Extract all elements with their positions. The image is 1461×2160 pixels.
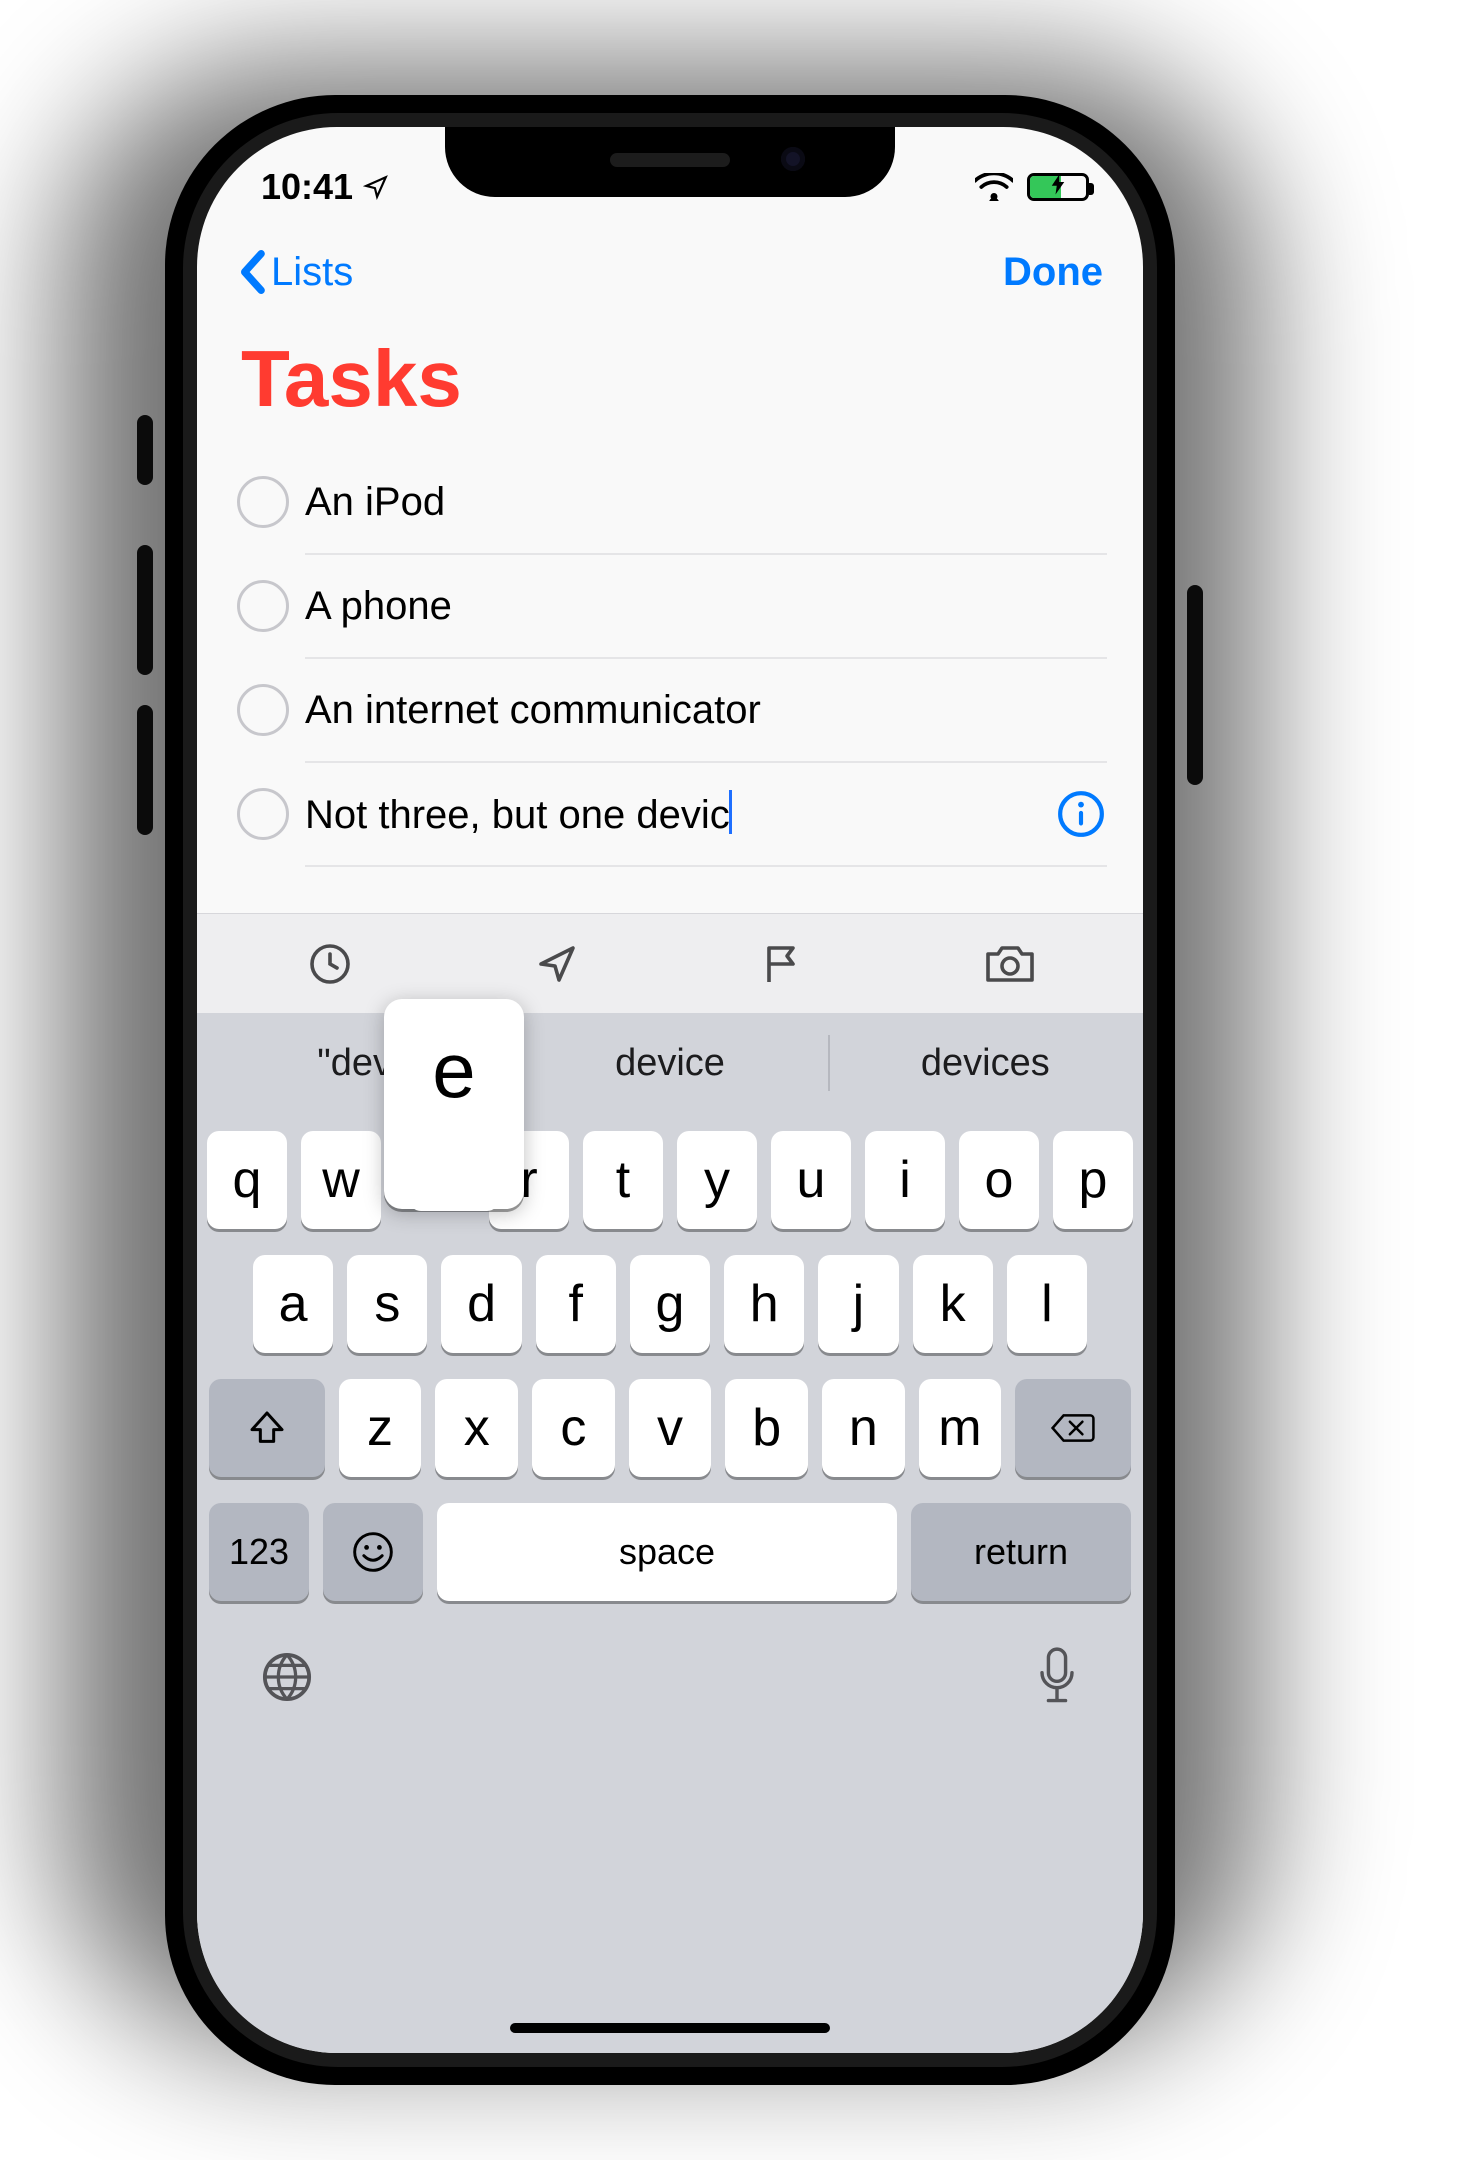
mute-switch xyxy=(137,415,153,485)
key-m[interactable]: m xyxy=(919,1379,1002,1477)
volume-up-button xyxy=(137,545,153,675)
key-q[interactable]: q xyxy=(207,1131,287,1229)
photo-button[interactable] xyxy=(950,934,1070,994)
reminder-detail-toolbar xyxy=(197,913,1143,1013)
back-label: Lists xyxy=(271,250,353,295)
home-indicator[interactable] xyxy=(510,2023,830,2033)
charging-icon xyxy=(1051,175,1065,200)
schedule-button[interactable] xyxy=(270,934,390,994)
key-t[interactable]: t xyxy=(583,1131,663,1229)
keyboard: e q w e r t y u i o p a xyxy=(197,1113,1143,2053)
numbers-key[interactable]: 123 xyxy=(209,1503,309,1601)
reminder-text[interactable]: A phone xyxy=(305,584,452,629)
backspace-key[interactable] xyxy=(1015,1379,1131,1477)
keyboard-suggestion-bar: "dev device devices xyxy=(197,1013,1143,1113)
reminder-row[interactable]: An iPod xyxy=(305,451,1107,555)
key-z[interactable]: z xyxy=(339,1379,422,1477)
clock-icon xyxy=(306,940,354,988)
shift-icon xyxy=(247,1408,287,1448)
key-h[interactable]: h xyxy=(724,1255,804,1353)
key-s[interactable]: s xyxy=(347,1255,427,1353)
reminder-row-editing[interactable]: Not three, but one devic xyxy=(305,763,1107,867)
reminder-text[interactable]: An iPod xyxy=(305,480,445,525)
key-p[interactable]: p xyxy=(1053,1131,1133,1229)
info-icon xyxy=(1056,789,1106,839)
reminder-row[interactable]: An internet communicator xyxy=(305,659,1107,763)
key-b[interactable]: b xyxy=(725,1379,808,1477)
done-button[interactable]: Done xyxy=(1003,250,1103,295)
flag-button[interactable] xyxy=(723,934,843,994)
dictation-button[interactable] xyxy=(1033,1647,1081,1712)
reminder-row[interactable]: A phone xyxy=(305,555,1107,659)
camera-icon xyxy=(984,942,1036,986)
reminders-list: An iPod A phone An internet communicator… xyxy=(197,451,1143,867)
key-o[interactable]: o xyxy=(959,1131,1039,1229)
key-d[interactable]: d xyxy=(441,1255,521,1353)
emoji-icon xyxy=(351,1530,395,1574)
suggestion[interactable]: devices xyxy=(828,1013,1143,1113)
shift-key[interactable] xyxy=(209,1379,325,1477)
key-f[interactable]: f xyxy=(536,1255,616,1353)
chevron-left-icon xyxy=(237,250,267,294)
location-icon xyxy=(533,940,581,988)
key-l[interactable]: l xyxy=(1007,1255,1087,1353)
microphone-icon xyxy=(1033,1647,1081,1707)
battery-icon xyxy=(1027,173,1089,201)
key-w[interactable]: w xyxy=(301,1131,381,1229)
power-button xyxy=(1187,585,1203,785)
completion-circle[interactable] xyxy=(237,788,289,840)
completion-circle[interactable] xyxy=(237,580,289,632)
return-key[interactable]: return xyxy=(911,1503,1131,1601)
key-i[interactable]: i xyxy=(865,1131,945,1229)
keyboard-switch-button[interactable] xyxy=(259,1649,315,1710)
reminder-text-input[interactable]: Not three, but one devic xyxy=(305,790,732,838)
flag-icon xyxy=(759,940,807,988)
back-button[interactable]: Lists xyxy=(237,250,353,295)
key-x[interactable]: x xyxy=(435,1379,518,1477)
phone-frame: 10:41 xyxy=(165,95,1175,2085)
navigation-bar: Lists Done xyxy=(197,227,1143,317)
screen: 10:41 xyxy=(197,127,1143,2053)
page-title: Tasks xyxy=(197,317,1143,451)
key-a[interactable]: a xyxy=(253,1255,333,1353)
notch xyxy=(445,127,895,197)
details-button[interactable] xyxy=(1055,788,1107,840)
completion-circle[interactable] xyxy=(237,684,289,736)
location-services-icon xyxy=(363,174,389,200)
backspace-icon xyxy=(1051,1411,1095,1445)
text-caret xyxy=(729,790,732,834)
status-time: 10:41 xyxy=(261,166,353,208)
volume-down-button xyxy=(137,705,153,835)
wifi-icon xyxy=(975,173,1013,201)
key-v[interactable]: v xyxy=(629,1379,712,1477)
key-y[interactable]: y xyxy=(677,1131,757,1229)
space-key[interactable]: space xyxy=(437,1503,897,1601)
location-button[interactable] xyxy=(497,934,617,994)
key-k[interactable]: k xyxy=(913,1255,993,1353)
key-j[interactable]: j xyxy=(818,1255,898,1353)
key-c[interactable]: c xyxy=(532,1379,615,1477)
completion-circle[interactable] xyxy=(237,476,289,528)
key-g[interactable]: g xyxy=(630,1255,710,1353)
globe-icon xyxy=(259,1649,315,1705)
emoji-key[interactable] xyxy=(323,1503,423,1601)
reminder-text[interactable]: An internet communicator xyxy=(305,688,761,733)
key-n[interactable]: n xyxy=(822,1379,905,1477)
key-u[interactable]: u xyxy=(771,1131,851,1229)
suggestion[interactable]: device xyxy=(512,1013,827,1113)
key-popup: e xyxy=(384,999,524,1209)
